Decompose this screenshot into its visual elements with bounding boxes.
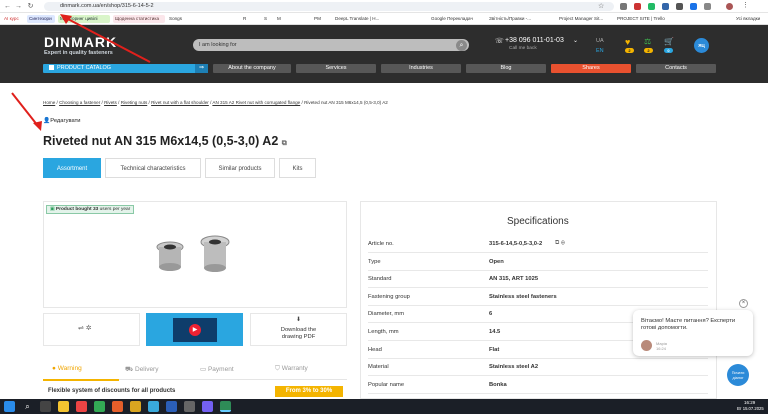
spec-label: Article no. <box>368 241 394 247</box>
clock-time: 16:29 <box>744 400 756 405</box>
active-tab-underline <box>43 379 119 381</box>
breadcrumb: Home / Choosing a fastener / Rivets / Ri… <box>43 100 388 105</box>
tab-payment[interactable]: ▭ Payment <box>200 365 234 373</box>
chrome-icon[interactable] <box>220 401 231 412</box>
tab-warning[interactable]: ● Warning <box>52 365 82 372</box>
spec-value: AN 315, ART 1025 <box>489 276 539 283</box>
rotate-icon: ⇌ ✲ <box>78 325 92 332</box>
product-photo[interactable] <box>140 225 250 285</box>
tab-delivery[interactable]: ⛟ Delivery <box>125 365 158 374</box>
spec-value: Open <box>489 258 504 265</box>
spec-value: Flat <box>489 346 500 353</box>
card-icon: ▭ <box>200 366 207 373</box>
agent-avatar <box>641 340 652 351</box>
product-title-text: Riveted nut AN 315 M6x14,5 (0,5-3,0) A2 <box>43 134 279 148</box>
bought-count: 33 <box>92 207 99 212</box>
tab-warranty-label: Warranty <box>281 365 308 372</box>
breadcrumb-item[interactable]: Riveting nuts <box>121 100 148 105</box>
spec-label: Fastening group <box>368 293 410 300</box>
discount-text: Flexible system of discounts for all pro… <box>48 388 176 394</box>
breadcrumb-item[interactable]: Rivet nut with a flat shoulder <box>151 100 209 105</box>
tab-payment-label: Payment <box>207 366 234 373</box>
file-explorer-icon[interactable] <box>58 401 69 412</box>
chat-time: 16:24 <box>656 346 667 351</box>
windows-start-icon[interactable] <box>4 401 15 412</box>
tab-similar-products[interactable]: Similar products <box>205 158 275 178</box>
spec-label: Standard <box>368 276 392 283</box>
download-line1: Download the <box>280 327 317 333</box>
spec-label: Material <box>368 364 389 371</box>
truck-icon: ⛟ <box>125 366 134 373</box>
breadcrumb-item[interactable]: Rivets <box>104 100 117 105</box>
tab-warranty[interactable]: ⛉ Warranty <box>275 365 308 373</box>
spec-row <box>368 377 708 394</box>
edit-link[interactable]: 👤Редагувати <box>43 118 81 124</box>
play-icon[interactable]: ▶ <box>189 324 201 336</box>
search-icon[interactable]: ⌕ <box>22 401 33 412</box>
spec-value: 6 <box>489 311 493 318</box>
spec-value: 315-6-14,5-0,5-3,0-2 <box>489 241 543 247</box>
spec-label: Type <box>368 258 381 265</box>
app-icon[interactable] <box>76 401 87 412</box>
spec-value: 14.5 <box>489 329 501 335</box>
viber-icon[interactable] <box>202 401 213 412</box>
breadcrumb-item[interactable]: AN 315 A2 Rivet nut with corrugated flan… <box>212 100 300 105</box>
copy-icon[interactable]: ⧉ ⊕ <box>555 240 565 247</box>
discount-badge: From 3% to 30% <box>275 386 343 397</box>
app-icon[interactable] <box>94 401 105 412</box>
spec-label: Popular name <box>368 381 405 388</box>
warning-icon: ● <box>52 365 56 372</box>
app-icon[interactable] <box>130 401 141 412</box>
bought-prefix: Product bought <box>55 207 92 212</box>
edit-label: Редагувати <box>50 118 81 124</box>
spec-value: Stainless steel A2 <box>489 364 539 371</box>
shield-icon: ⛉ <box>275 365 280 372</box>
copy-icon[interactable]: ⧉ <box>282 140 287 147</box>
download-line2: drawing PDF <box>281 334 316 340</box>
telegram-icon[interactable] <box>148 401 159 412</box>
tab-warning-label: Warning <box>57 365 82 372</box>
tab-assortment[interactable]: Assortment <box>43 158 101 178</box>
chat-message: Вітаємо! Маєте питання? Експерти готові … <box>641 318 736 331</box>
start-chat-button[interactable]: Почати діалог <box>727 364 749 386</box>
spec-label: Head <box>368 346 382 353</box>
close-icon[interactable]: × <box>739 299 748 308</box>
product-title: Riveted nut AN 315 M6x14,5 (0,5-3,0) A2 … <box>43 134 287 148</box>
task-view-icon[interactable] <box>40 401 51 412</box>
breadcrumb-current: Riveted nut AN 315 M6x14,5 (0,5-3,0) A2 <box>304 100 388 105</box>
brave-icon[interactable] <box>112 401 123 412</box>
spec-value: Stainless steel fasteners <box>489 293 557 300</box>
app-icon[interactable] <box>184 401 195 412</box>
tab-delivery-label: Delivery <box>135 366 159 373</box>
chat-popup[interactable] <box>633 310 753 356</box>
clock-date: Вт 15.07.2025 <box>737 406 764 411</box>
breadcrumb-home[interactable]: Home <box>43 100 55 105</box>
spec-row <box>368 254 708 271</box>
specifications-title: Specifications <box>507 216 569 227</box>
spec-value: Bonka <box>489 381 507 388</box>
spec-label: Length, mm <box>368 329 399 335</box>
spec-label: Diameter, mm <box>368 311 405 318</box>
download-icon: ⬇ <box>296 317 302 323</box>
bought-badge: ▣ Product bought 33 users per year <box>46 205 135 214</box>
check-icon: ▣ <box>50 207 55 212</box>
breadcrumb-item[interactable]: Choosing a fastener <box>59 100 100 105</box>
tab-technical-characteristics[interactable]: Technical characteristics <box>105 158 201 178</box>
bought-suffix: users per year <box>99 207 131 212</box>
app-icon[interactable] <box>166 401 177 412</box>
tab-kits[interactable]: Kits <box>279 158 316 178</box>
